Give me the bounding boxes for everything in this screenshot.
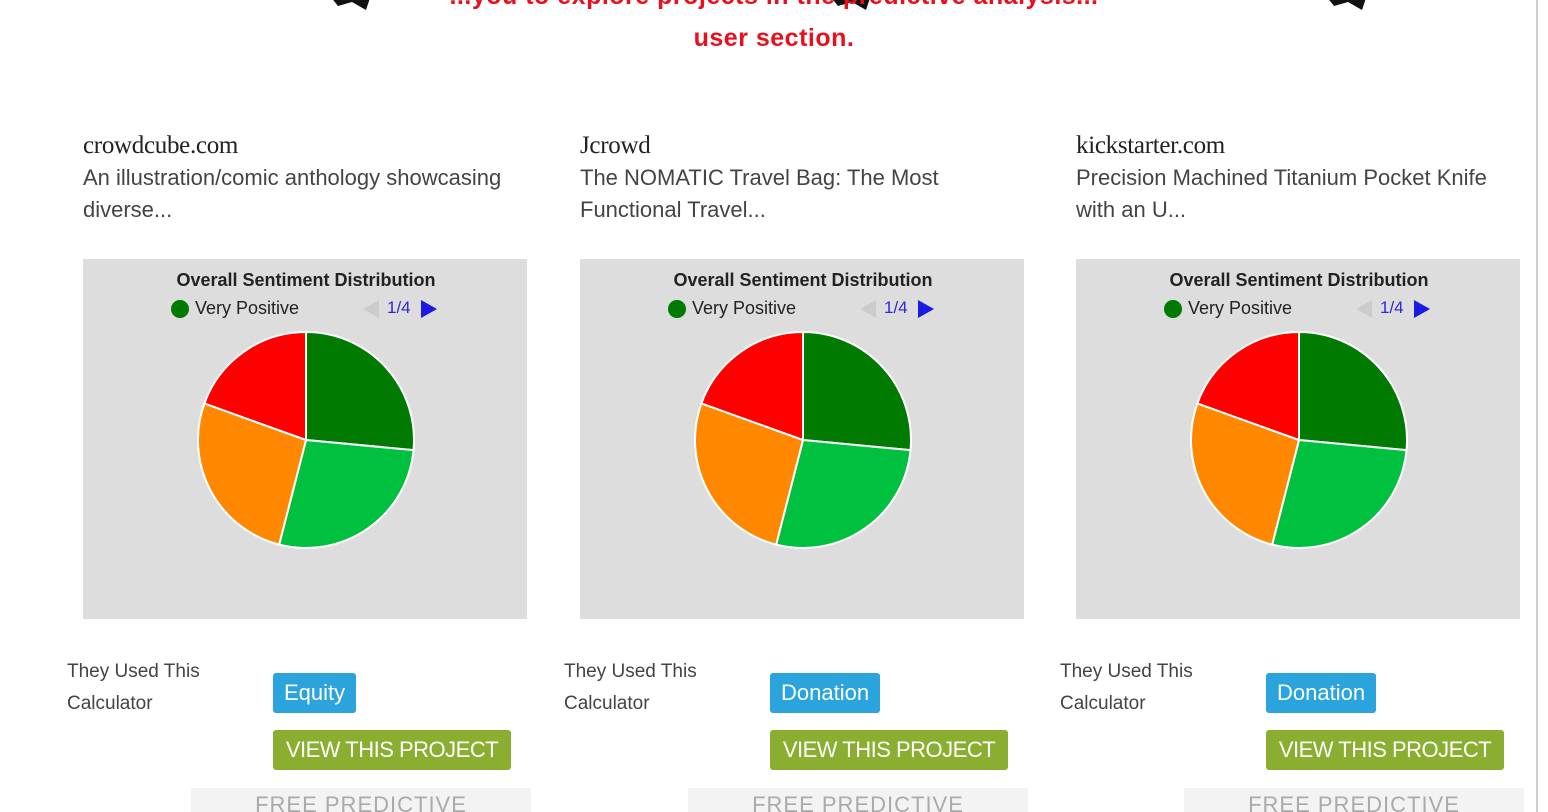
legend-marker bbox=[668, 300, 686, 318]
used-label-line: Calculator bbox=[564, 693, 650, 714]
legend-pager: 1/4 bbox=[387, 298, 411, 317]
page: ...you to explore projects in the predic… bbox=[0, 0, 1548, 812]
legend-pager: 1/4 bbox=[884, 298, 908, 317]
pie-chart bbox=[1190, 330, 1408, 549]
used-label-line: Calculator bbox=[1060, 693, 1146, 714]
legend-next-icon[interactable] bbox=[1414, 300, 1430, 318]
used-label-line: They Used This bbox=[67, 661, 200, 682]
legend-prev-icon[interactable] bbox=[860, 300, 876, 318]
free-predictive-text[interactable]: FREE PREDICTIVE bbox=[1184, 792, 1524, 812]
view-project-button[interactable]: VIEW THIS PROJECT bbox=[273, 730, 511, 770]
view-project-button[interactable]: VIEW THIS PROJECT bbox=[770, 730, 1008, 770]
pie-slice-very-positive[interactable] bbox=[305, 330, 415, 452]
project-card: Jcrowd The NOMATIC Travel Bag: The Most … bbox=[564, 132, 1040, 812]
pie-slice-very-positive[interactable] bbox=[802, 330, 912, 452]
legend-pager: 1/4 bbox=[1380, 298, 1404, 317]
free-predictive-text[interactable]: FREE PREDICTIVE bbox=[688, 792, 1028, 812]
pie-chart bbox=[197, 330, 415, 549]
legend-label: Very Positive bbox=[692, 298, 797, 318]
pie-slice-very-positive[interactable] bbox=[1298, 330, 1408, 452]
project-description: An illustration/comic anthology showcasi… bbox=[83, 165, 502, 222]
calculator-type-badge[interactable]: Equity bbox=[273, 673, 357, 713]
project-site[interactable]: crowdcube.com bbox=[83, 132, 238, 160]
free-predictive-text[interactable]: FREE PREDICTIVE bbox=[191, 792, 531, 812]
used-calculator-label: They Used This Calculator bbox=[564, 656, 744, 720]
legend-marker bbox=[1164, 300, 1182, 318]
project-card: crowdcube.com An illustration/comic anth… bbox=[67, 132, 543, 812]
project-site[interactable]: Jcrowd bbox=[580, 132, 651, 160]
legend-marker bbox=[171, 300, 189, 318]
right-border bbox=[1536, 0, 1538, 812]
view-project-button[interactable]: VIEW THIS PROJECT bbox=[1266, 730, 1504, 770]
pie-chart bbox=[694, 330, 912, 549]
chart-title: Overall Sentiment Distribution bbox=[176, 270, 436, 290]
project-description: Precision Machined Titanium Pocket Knife… bbox=[1076, 165, 1487, 222]
used-label-line: They Used This bbox=[1060, 661, 1193, 682]
used-calculator-label: They Used This Calculator bbox=[67, 656, 247, 720]
legend-prev-icon[interactable] bbox=[1356, 300, 1372, 318]
project-site[interactable]: kickstarter.com bbox=[1076, 132, 1225, 160]
used-label-line: Calculator bbox=[67, 693, 153, 714]
chart-title: Overall Sentiment Distribution bbox=[673, 270, 933, 290]
legend-prev-icon[interactable] bbox=[363, 300, 379, 318]
legend-next-icon[interactable] bbox=[918, 300, 934, 318]
project-description: The NOMATIC Travel Bag: The Most Functio… bbox=[580, 165, 939, 222]
used-calculator-label: They Used This Calculator bbox=[1060, 656, 1240, 720]
chart-title: Overall Sentiment Distribution bbox=[1169, 270, 1429, 290]
project-card: kickstarter.com Precision Machined Titan… bbox=[1060, 132, 1536, 812]
header-text: user section. bbox=[693, 24, 855, 52]
calculator-type-badge[interactable]: Donation bbox=[770, 673, 881, 713]
header-partial-text: ...you to explore projects in the predic… bbox=[0, 0, 1548, 11]
used-label-line: They Used This bbox=[564, 661, 697, 682]
legend-label: Very Positive bbox=[1188, 298, 1293, 318]
calculator-type-badge[interactable]: Donation bbox=[1266, 673, 1377, 713]
legend-next-icon[interactable] bbox=[421, 300, 437, 318]
legend-label: Very Positive bbox=[195, 298, 300, 318]
